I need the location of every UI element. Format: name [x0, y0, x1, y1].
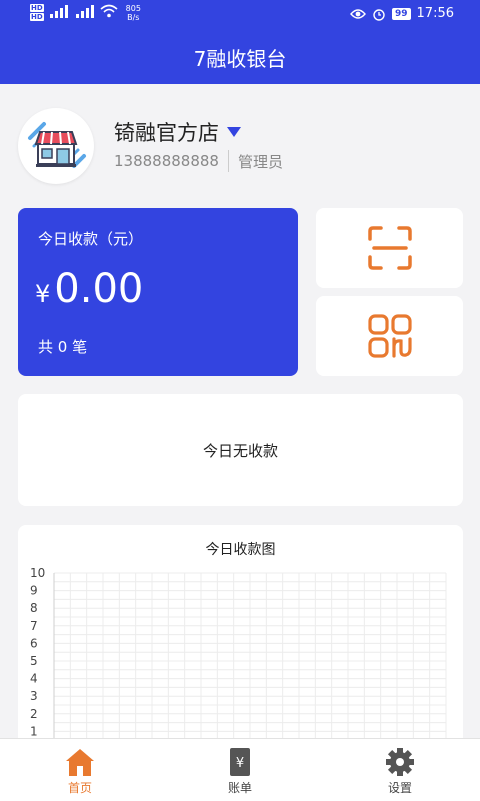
income-value: 0.00: [54, 266, 144, 312]
y-tick-label: 3: [30, 689, 38, 703]
hd-badge: HD: [30, 13, 44, 21]
hd-indicators: HD HD: [30, 4, 44, 21]
empty-income-text: 今日无收款: [202, 441, 278, 460]
battery-level: 99: [392, 7, 411, 20]
hd-badge: HD: [30, 4, 44, 12]
gear-icon: [386, 748, 414, 776]
signal-icon: [75, 5, 94, 18]
y-tick-label: 9: [30, 584, 38, 598]
store-phone: 13888888888: [114, 152, 219, 170]
currency-symbol: ¥: [35, 280, 51, 308]
store-avatar[interactable]: [18, 108, 94, 184]
bill-icon: ¥: [230, 748, 250, 776]
net-speed-unit: B/s: [127, 13, 140, 22]
income-chart-card: 1 2 3 4 5 6 7 8 9 10 今日收款图: [18, 525, 463, 755]
tab-settings-label: 设置: [387, 781, 412, 795]
status-left: HD HD 805 B/s: [30, 4, 141, 22]
page-title: 7融收银台: [193, 46, 287, 71]
qrcode-button[interactable]: [316, 296, 463, 376]
y-tick-label: 4: [30, 672, 38, 686]
alarm-icon: [373, 8, 385, 21]
empty-income-card: 今日无收款: [18, 394, 463, 506]
scan-button[interactable]: [316, 208, 463, 288]
bottom-tab-bar: 首页 ¥ 账单 设置: [0, 738, 480, 801]
eye-icon: [350, 8, 366, 19]
y-tick-label: 8: [30, 601, 38, 615]
clock: 17:56: [416, 6, 454, 21]
store-name: 锜融官方店: [114, 121, 219, 145]
net-speed-value: 805: [125, 4, 141, 13]
income-chart: 1 2 3 4 5 6 7 8 9 10: [30, 566, 447, 755]
y-tick-label: 1: [30, 724, 38, 738]
income-amount: ¥ 0.00: [35, 266, 143, 312]
signal-icon: [49, 5, 68, 18]
meta-divider: [227, 150, 229, 172]
y-tick-label: 10: [30, 566, 45, 580]
y-tick-label: 6: [30, 636, 38, 650]
store-role: 管理员: [237, 152, 283, 171]
status-right: 99 17:56: [350, 6, 454, 21]
income-label: 今日收款（元）: [38, 230, 144, 248]
store-meta: 13888888888 管理员: [114, 150, 283, 172]
qrcode-icon: [367, 314, 412, 358]
svg-text:¥: ¥: [236, 756, 244, 771]
home-icon: [66, 749, 94, 776]
transaction-count: 共 0 笔: [38, 338, 88, 356]
tab-settings[interactable]: 设置: [320, 739, 480, 801]
tab-bill-label: 账单: [227, 781, 252, 795]
net-speed: 805 B/s: [126, 4, 141, 22]
dropdown-triangle-icon[interactable]: [227, 127, 241, 137]
tab-home[interactable]: 首页: [0, 739, 160, 801]
tab-home-label: 首页: [67, 781, 92, 795]
store-name-row[interactable]: 锜融官方店: [114, 117, 241, 147]
scan-icon: [367, 226, 412, 270]
y-tick-label: 2: [30, 707, 38, 721]
today-income-card[interactable]: 今日收款（元） ¥ 0.00 共 0 笔: [18, 208, 298, 376]
y-tick-label: 5: [30, 654, 38, 668]
wifi-icon: [100, 4, 118, 18]
chart-title: 今日收款图: [205, 542, 276, 558]
tab-bill[interactable]: ¥ 账单: [160, 739, 320, 801]
title-bar: 7融收银台: [0, 30, 480, 84]
status-bar: HD HD 805 B/s 99 17:56: [0, 0, 480, 30]
store-icon: [28, 122, 86, 168]
y-tick-label: 7: [30, 619, 38, 633]
